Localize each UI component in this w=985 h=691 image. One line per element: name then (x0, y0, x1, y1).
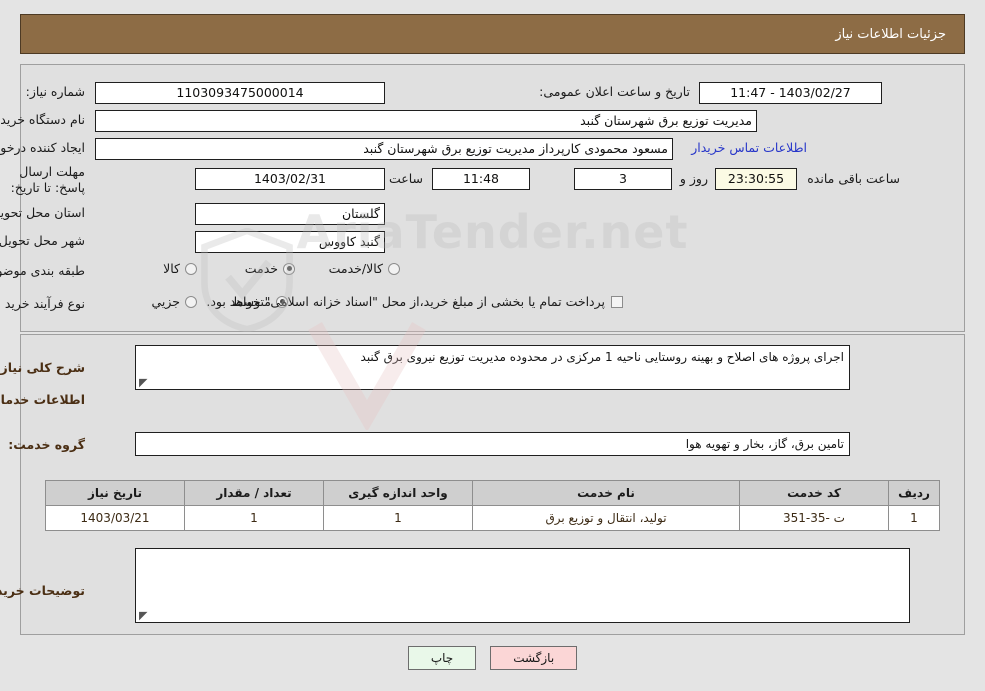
deadline-label: مهلت ارسال پاسخ: تا تاریخ: (10, 164, 85, 195)
remaining-time-suffix: ساعت باقی مانده (807, 171, 900, 186)
province-value: گلستان (195, 203, 385, 225)
remaining-days-label: روز و (679, 171, 708, 186)
cell-service-code: ت -35-351 (739, 505, 889, 531)
deadline-hour-label: ساعت (388, 171, 423, 186)
table-col-service-code: کد خدمت (739, 480, 889, 506)
page-header: جزئیات اطلاعات نیاز (20, 14, 965, 54)
print-button[interactable]: چاپ (407, 646, 477, 670)
announce-date-label: تاریخ و ساعت اعلان عمومی: (539, 84, 690, 99)
services-table: ردیف کد خدمت نام خدمت واحد اندازه گیری ت… (45, 480, 940, 531)
buyer-org-label: نام دستگاه خریدار: (0, 112, 85, 127)
radio-label-khedmat: خدمت (244, 261, 278, 276)
description-text: اجرای پروژه های اصلاح و بهینه روستایی نا… (360, 350, 844, 364)
radio-indicator-jozi[interactable] (185, 295, 197, 308)
table-header-row: ردیف کد خدمت نام خدمت واحد اندازه گیری ت… (45, 480, 940, 506)
deadline-date-value: 1403/02/31 (195, 168, 385, 190)
table-col-radif: ردیف (888, 480, 940, 506)
province-label: استان محل تحویل: (0, 205, 85, 220)
process-label: نوع فرآیند خرید : (0, 296, 85, 311)
cell-quantity: 1 (184, 505, 324, 531)
creator-label: ایجاد کننده درخواست: (0, 140, 85, 155)
treasury-bonds-label: پرداخت تمام یا بخشی از مبلغ خرید،از محل … (206, 294, 605, 309)
buyer-org-value: مدیریت توزیع برق شهرستان گنبد (95, 110, 757, 132)
treasury-bonds-checkbox[interactable]: پرداخت تمام یا بخشی از مبلغ خرید،از محل … (206, 294, 623, 309)
need-number-label: شماره نیاز: (25, 84, 85, 99)
description-textarea[interactable]: اجرای پروژه های اصلاح و بهینه روستایی نا… (135, 345, 850, 390)
announce-date-value: 1403/02/27 - 11:47 (699, 82, 882, 104)
radio-category-kala-khedmat[interactable]: کالا/خدمت (329, 261, 400, 276)
table-col-service-name: نام خدمت (472, 480, 740, 506)
buyer-notes-label: توضیحات خریدار: (0, 583, 85, 598)
page-title: جزئیات اطلاعات نیاز (835, 26, 946, 42)
deadline-hour-value: 11:48 (432, 168, 530, 190)
resize-grip-icon-notes[interactable]: ◥ (139, 609, 149, 622)
table-col-unit: واحد اندازه گیری (323, 480, 473, 506)
radio-indicator-kala-khedmat[interactable] (388, 262, 400, 275)
footer-button-row: بازگشت چاپ (0, 646, 985, 670)
radio-category-khedmat[interactable]: خدمت (245, 261, 295, 276)
resize-grip-icon[interactable]: ◥ (139, 376, 149, 389)
service-group-value-box[interactable]: تامین برق، گاز، بخار و تهویه هوا (135, 432, 850, 456)
category-label: طبقه بندی موضوعی: (0, 263, 85, 278)
city-value: گنبد کاووس (195, 231, 385, 253)
radio-label-kala-khedmat: کالا/خدمت (328, 261, 383, 276)
city-label: شهر محل تحویل: (0, 233, 85, 248)
need-number-value: 1103093475000014 (95, 82, 385, 104)
services-section-heading: اطلاعات خدمات مورد نیاز (0, 392, 85, 407)
buyer-contact-link[interactable]: اطلاعات تماس خریدار (691, 140, 807, 155)
cell-service-name: تولید، انتقال و توزیع برق (472, 505, 740, 531)
cell-radif: 1 (888, 505, 940, 531)
radio-indicator-kala[interactable] (185, 262, 197, 275)
creator-value: مسعود محمودی کارپرداز مدیریت توزیع برق ش… (95, 138, 673, 160)
page-root: جزئیات اطلاعات نیاز AriaTender.net شماره… (0, 0, 985, 691)
radio-process-jozi[interactable]: جزیي (151, 294, 197, 309)
radio-category-kala[interactable]: کالا (163, 261, 197, 276)
service-group-label: گروه خدمت: (8, 437, 85, 452)
radio-indicator-khedmat[interactable] (283, 262, 295, 275)
radio-label-jozi: جزیي (151, 294, 180, 309)
cell-unit: 1 (323, 505, 473, 531)
buyer-notes-textarea[interactable]: ◥ (135, 548, 910, 623)
checkbox-indicator-treasury[interactable] (611, 295, 623, 308)
table-col-quantity: تعداد / مقدار (184, 480, 324, 506)
back-button[interactable]: بازگشت (490, 646, 578, 670)
service-group-value: تامین برق، گاز، بخار و تهویه هوا (685, 437, 844, 451)
cell-need-date: 1403/03/21 (45, 505, 185, 531)
remaining-days-value: 3 (574, 168, 672, 190)
table-row[interactable]: 1 ت -35-351 تولید، انتقال و توزیع برق 1 … (45, 505, 940, 531)
remaining-time-value: 23:30:55 (715, 168, 797, 190)
radio-label-kala: کالا (163, 261, 180, 276)
description-label: شرح کلی نیاز: (0, 360, 85, 375)
table-col-need-date: تاریخ نیاز (45, 480, 185, 506)
need-summary-panel (20, 64, 965, 332)
